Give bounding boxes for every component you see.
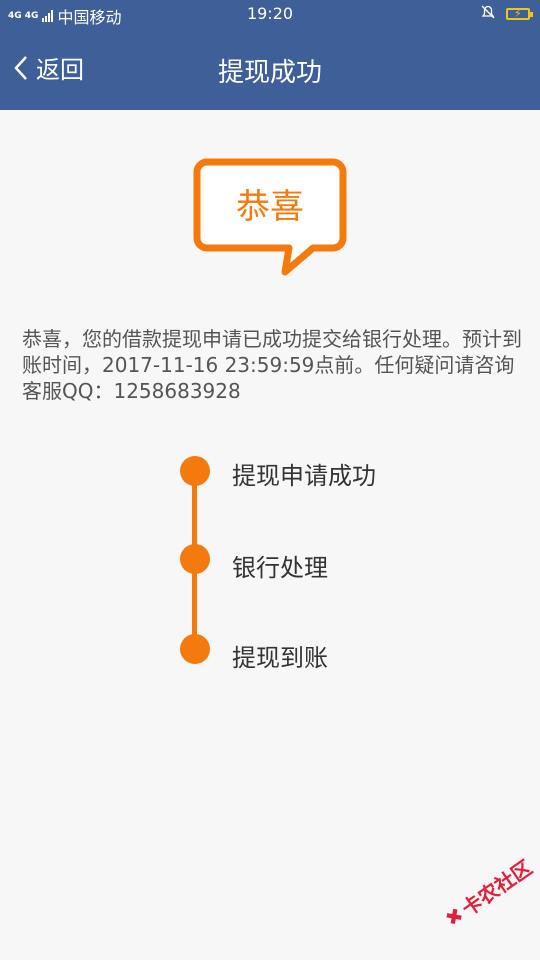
step-label-bank: 银行处理 bbox=[232, 554, 328, 582]
watermark-text: 卡农社区 bbox=[457, 855, 537, 921]
nav-bar: 返回 提现成功 bbox=[0, 28, 540, 110]
page-title: 提现成功 bbox=[217, 58, 322, 88]
step-dot bbox=[180, 544, 210, 574]
bubble-text: 恭喜 bbox=[236, 187, 304, 227]
status-time: 19:20 bbox=[246, 4, 294, 23]
watermark-logo: ✖ 卡农社区 bbox=[439, 852, 537, 933]
step-label-apply: 提现申请成功 bbox=[232, 462, 376, 490]
success-message: 恭喜，您的借款提现申请已成功提交给银行处理。预计到账时间，2017-11-16 … bbox=[22, 327, 522, 403]
step-dot bbox=[180, 634, 210, 664]
bell-muted-icon bbox=[480, 4, 496, 24]
congrats-bubble: 恭喜 bbox=[193, 158, 347, 278]
step-label-arrival: 提现到账 bbox=[232, 644, 328, 672]
status-bar: 4G 4G 中国移动 19:20 ⚡ bbox=[0, 0, 540, 28]
battery-icon: ⚡ bbox=[506, 7, 533, 20]
progress-steps: 提现申请成功 银行处理 提现到账 bbox=[180, 452, 510, 672]
header-bar: 4G 4G 中国移动 19:20 ⚡ 返回 提现成功 bbox=[0, 0, 540, 110]
step-dot bbox=[180, 456, 210, 486]
